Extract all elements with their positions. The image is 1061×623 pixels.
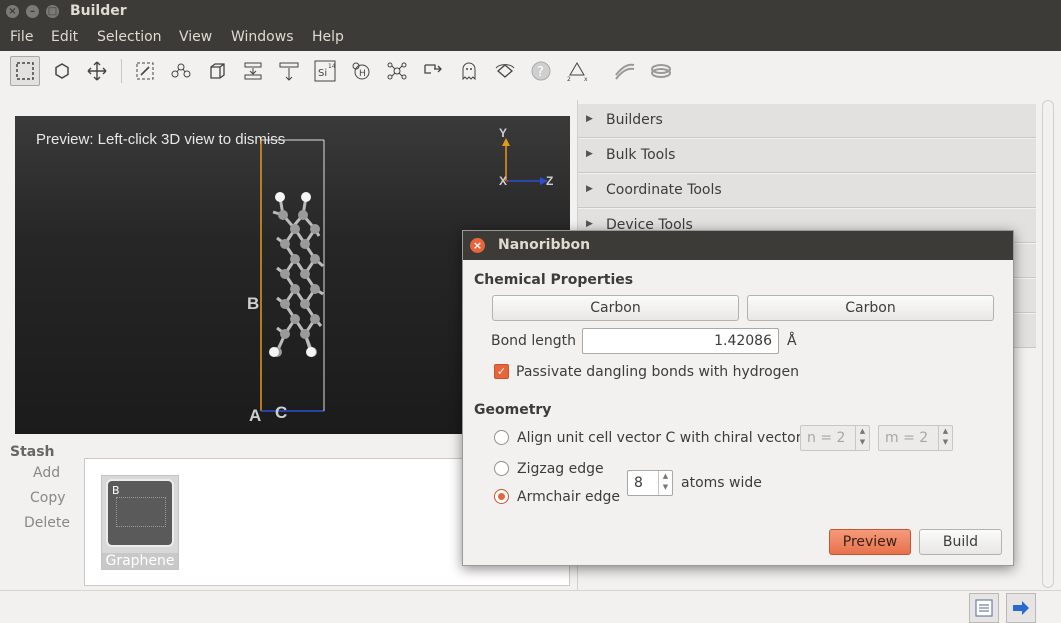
minimize-window-icon[interactable]: – (26, 5, 39, 18)
expand-arrow-icon: ▶ (586, 149, 593, 159)
svg-text:x: x (584, 76, 588, 82)
move-icon[interactable] (82, 56, 112, 86)
close-window-icon[interactable]: × (6, 5, 19, 18)
axis-y-label: Y (499, 126, 508, 140)
toolbar: Si 14 H ? 2x (0, 51, 1061, 91)
zigzag-radio[interactable] (494, 461, 509, 476)
section-builders[interactable]: ▶ Builders (578, 104, 1036, 138)
toolbar-separator (121, 59, 122, 83)
select-icon[interactable] (10, 56, 40, 86)
align-chiral-radio[interactable] (494, 430, 509, 445)
armchair-label: Armchair edge (517, 489, 620, 505)
spin-arrows-icon: ▲ ▼ (855, 426, 869, 450)
cell-vector-b-label: B (247, 294, 260, 313)
stash-copy-button[interactable]: Copy (30, 490, 66, 506)
menu-view[interactable]: View (179, 29, 212, 45)
stash-title: Stash (10, 444, 55, 460)
menu-windows[interactable]: Windows (231, 29, 294, 45)
menu-help[interactable]: Help (312, 29, 344, 45)
svg-text:?: ? (537, 65, 544, 80)
expand-arrow-icon: ▶ (586, 184, 593, 194)
distribute-icon[interactable] (274, 56, 304, 86)
m-value: m = 2 (885, 430, 929, 446)
axis-z-label: Z (546, 174, 554, 188)
stash-item[interactable]: B Graphene (101, 475, 179, 570)
element2-button[interactable]: Carbon (747, 295, 994, 321)
log-icon[interactable] (969, 593, 999, 623)
section-label: Bulk Tools (606, 147, 676, 163)
cell-icon[interactable] (202, 56, 232, 86)
molecule-icon[interactable] (382, 56, 412, 86)
preview-button[interactable]: Preview (829, 529, 911, 555)
bond-icon[interactable] (166, 56, 196, 86)
element1-button[interactable]: Carbon (492, 295, 739, 321)
stash-item-label: Graphene (102, 553, 178, 569)
menubar: File Edit Selection View Windows Help (0, 24, 1061, 51)
cell-vector-a-label: A (249, 406, 262, 425)
stash-thumb-letter: B (112, 484, 120, 497)
ghost-icon[interactable] (454, 56, 484, 86)
passivate-label: Passivate dangling bonds with hydrogen (516, 364, 800, 380)
hydrogen-icon[interactable]: H (346, 56, 376, 86)
dialog-title: Nanoribbon (498, 237, 591, 253)
window-title: Builder (70, 3, 127, 19)
stash-add-button[interactable]: Add (33, 465, 60, 481)
export-icon[interactable] (418, 56, 448, 86)
close-icon[interactable]: × (470, 238, 485, 253)
build-button[interactable]: Build (919, 529, 1002, 555)
spin-arrows-icon: ▲ ▼ (658, 471, 672, 495)
width-value: 8 (634, 475, 643, 491)
width-spinbox[interactable]: 8 ▲ ▼ (627, 470, 673, 496)
n-value: n = 2 (807, 430, 846, 446)
tube-icon[interactable] (646, 56, 676, 86)
section-coordinate-tools[interactable]: ▶ Coordinate Tools (578, 174, 1036, 208)
expand-arrow-icon: ▶ (586, 219, 593, 229)
n-spinbox: n = 2 ▲ ▼ (800, 425, 870, 451)
ribbon-icon[interactable] (610, 56, 640, 86)
select-region-icon[interactable] (130, 56, 160, 86)
svg-text:2: 2 (567, 76, 571, 82)
menu-edit[interactable]: Edit (51, 29, 78, 45)
expand-arrow-icon: ▶ (586, 114, 593, 124)
window-titlebar: × – □ Builder (0, 0, 1061, 24)
rotate-icon[interactable] (490, 56, 520, 86)
svg-text:14: 14 (328, 63, 336, 70)
geometry-heading: Geometry (474, 402, 552, 418)
zigzag-label: Zigzag edge (517, 461, 604, 477)
armchair-radio[interactable] (494, 489, 509, 504)
send-to-icon[interactable] (1006, 593, 1036, 623)
section-bulk-tools[interactable]: ▶ Bulk Tools (578, 139, 1036, 173)
m-spinbox: m = 2 ▲ ▼ (878, 425, 953, 451)
bond-length-input[interactable]: 1.42086 (582, 328, 779, 354)
chemical-properties-heading: Chemical Properties (474, 272, 634, 288)
menu-file[interactable]: File (10, 29, 33, 45)
nanoribbon-dialog: × Nanoribbon Chemical Properties Carbon … (462, 230, 1014, 566)
dialog-titlebar: × Nanoribbon (463, 231, 1013, 260)
stash-delete-button[interactable]: Delete (24, 515, 70, 531)
menu-selection[interactable]: Selection (97, 29, 162, 45)
section-label: Coordinate Tools (606, 182, 722, 198)
element-si-icon[interactable]: Si 14 (310, 56, 340, 86)
spin-arrows-icon: ▲ ▼ (938, 426, 952, 450)
bond-length-label: Bond length (491, 333, 577, 349)
svg-text:H: H (359, 69, 366, 79)
help-icon[interactable]: ? (526, 56, 556, 86)
axis-x-label: X (499, 174, 508, 188)
svg-text:Si: Si (318, 68, 327, 79)
axes-icon[interactable]: 2x (562, 56, 592, 86)
align-chiral-label: Align unit cell vector C with chiral vec… (517, 430, 802, 446)
section-label: Builders (606, 112, 663, 128)
panel-scrollbar[interactable] (1042, 100, 1054, 588)
maximize-window-icon[interactable]: □ (46, 5, 59, 18)
stash-item-thumbnail: B (106, 479, 174, 547)
statusbar (0, 590, 1061, 623)
width-unit-label: atoms wide (681, 475, 762, 491)
passivate-checkbox[interactable]: ✓ (494, 364, 509, 379)
cell-vector-c-label: C (275, 403, 288, 422)
align-icon[interactable] (238, 56, 268, 86)
hexagon-icon[interactable] (47, 56, 77, 86)
bond-length-unit: Å (787, 333, 797, 349)
